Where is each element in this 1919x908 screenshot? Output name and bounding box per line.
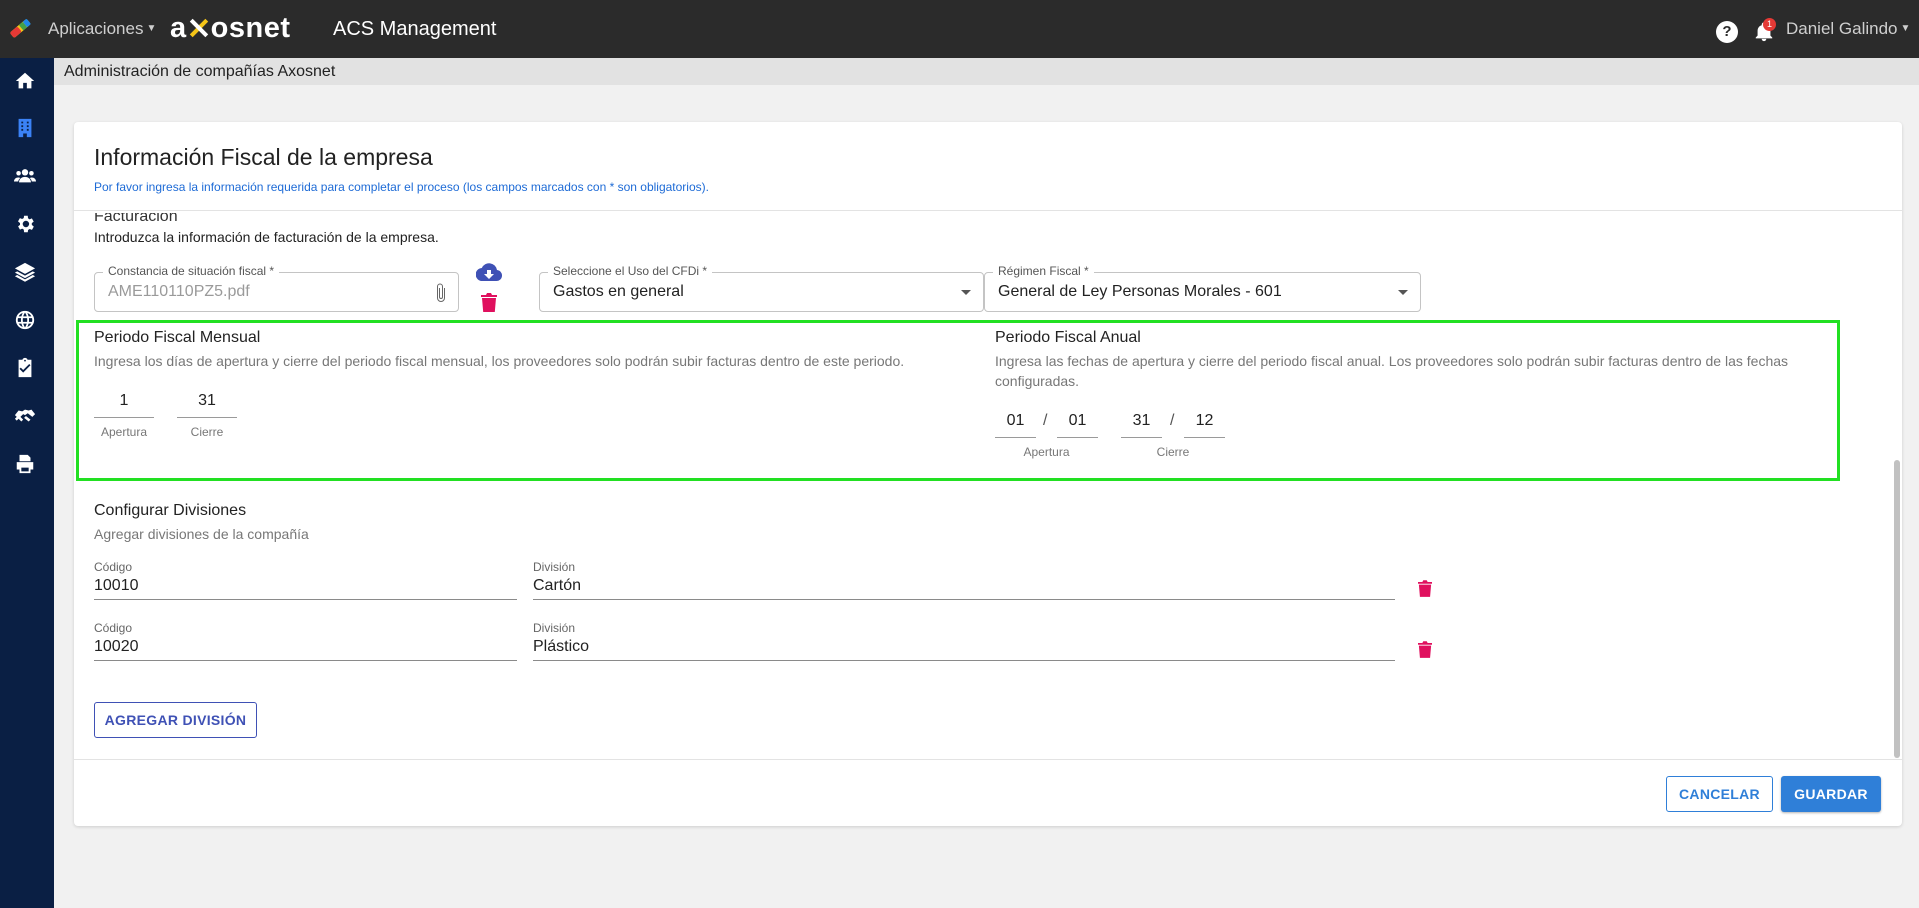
division-input[interactable]: División Cartón [533, 560, 1395, 600]
division-value: Plástico [533, 638, 590, 655]
cfdi-select[interactable]: Seleccione el Uso del CFDi * Gastos en g… [539, 264, 984, 312]
delete-division-icon[interactable] [1418, 641, 1432, 659]
user-menu[interactable]: Daniel Galindo ▼ [1786, 19, 1910, 39]
print-icon[interactable] [12, 451, 38, 477]
brand-text-start: a [170, 12, 187, 44]
facturacion-description: Introduzca la información de facturación… [94, 229, 439, 245]
mensual-cierre-label: Cierre [190, 425, 224, 439]
brand-x-icon [189, 18, 208, 38]
division-label: División [533, 560, 576, 574]
app-logo-icon[interactable] [7, 15, 33, 41]
fiscal-info-card: Información Fiscal de la empresa Por fav… [74, 122, 1902, 826]
periodo-fiscal-highlight [76, 320, 1840, 481]
anual-description: Ingresa las fechas de apertura y cierre … [995, 353, 1789, 389]
header-divider [74, 210, 1902, 211]
regimen-label: Régimen Fiscal * [993, 264, 1094, 278]
dropdown-arrow-icon [1398, 290, 1408, 295]
anual-apertura-label: Apertura [1023, 445, 1070, 459]
anual-cierre-label: Cierre [1156, 445, 1190, 459]
add-division-button[interactable]: AGREGAR DIVISIÓN [94, 702, 257, 738]
dropdown-arrow-icon [961, 290, 971, 295]
clipboard-check-icon[interactable] [12, 355, 38, 381]
constancia-field[interactable]: Constancia de situación fiscal * AME1101… [94, 264, 459, 312]
users-icon[interactable] [12, 163, 38, 189]
anual-cierre-day-input[interactable]: 31 [1121, 406, 1162, 438]
date-separator: / [1043, 412, 1048, 429]
cloud-download-icon[interactable] [476, 262, 502, 282]
codigo-input[interactable]: Código 10010 [94, 560, 517, 600]
mensual-apertura-input[interactable]: 1 [94, 386, 154, 418]
app-title: ACS Management [333, 18, 497, 40]
caret-down-icon: ▼ [146, 23, 157, 34]
division-input[interactable]: División Plástico [533, 621, 1395, 661]
brand-text-end: osnet [210, 12, 291, 44]
cancel-button[interactable]: CANCELAR [1666, 776, 1773, 812]
help-icon[interactable]: ? [1716, 21, 1738, 43]
breadcrumb-text: Administración de compañías Axosnet [64, 63, 336, 80]
divisiones-description: Agregar divisiones de la compañía [94, 526, 309, 542]
date-separator: / [1170, 412, 1175, 429]
anual-apertura-month-input[interactable]: 01 [1057, 406, 1098, 438]
page-title: Información Fiscal de la empresa [94, 144, 433, 170]
codigo-value: 10020 [94, 638, 139, 655]
regimen-value: General de Ley Personas Morales - 601 [998, 283, 1282, 300]
anual-apertura-day-input[interactable]: 01 [995, 406, 1036, 438]
globe-icon[interactable] [12, 307, 38, 333]
codigo-label: Código [94, 621, 133, 635]
mensual-description: Ingresa los días de apertura y cierre de… [94, 353, 905, 369]
apps-menu-label: Aplicaciones [48, 19, 144, 38]
home-icon[interactable] [12, 68, 38, 94]
page-subtitle: Por favor ingresa la información requeri… [94, 180, 709, 194]
gear-icon[interactable] [12, 211, 38, 237]
cfdi-label: Seleccione el Uso del CFDi * [548, 264, 713, 278]
caret-down-icon: ▼ [1900, 23, 1911, 34]
delete-file-icon[interactable] [481, 293, 497, 313]
footer-divider [74, 759, 1902, 760]
codigo-label: Código [94, 560, 133, 574]
codigo-input[interactable]: Código 10020 [94, 621, 517, 661]
handshake-icon[interactable] [12, 403, 38, 429]
breadcrumb: Administración de compañías Axosnet [54, 58, 1919, 85]
regimen-select[interactable]: Régimen Fiscal * General de Ley Personas… [984, 264, 1421, 312]
constancia-value: AME110110PZ5.pdf [108, 283, 250, 300]
anual-cierre-month-input[interactable]: 12 [1184, 406, 1225, 438]
save-button[interactable]: GUARDAR [1781, 776, 1881, 812]
division-label: División [533, 621, 576, 635]
mensual-cierre-input[interactable]: 31 [177, 386, 237, 418]
paperclip-icon[interactable] [434, 282, 448, 304]
cfdi-value: Gastos en general [553, 283, 684, 300]
anual-title: Periodo Fiscal Anual [995, 329, 1141, 346]
top-bar: Aplicaciones ▼ a osnet ACS Management ? 1… [0, 0, 1919, 58]
divisiones-title: Configurar Divisiones [94, 502, 247, 519]
building-icon[interactable] [12, 115, 38, 141]
scrollbar[interactable] [1894, 460, 1900, 758]
mensual-title: Periodo Fiscal Mensual [94, 329, 261, 346]
codigo-value: 10010 [94, 577, 139, 594]
constancia-label: Constancia de situación fiscal * [103, 264, 280, 278]
sidebar [0, 58, 54, 908]
division-value: Cartón [533, 577, 582, 594]
layers-icon[interactable] [12, 259, 38, 285]
delete-division-icon[interactable] [1418, 580, 1432, 598]
user-name: Daniel Galindo [1786, 19, 1898, 38]
apps-menu[interactable]: Aplicaciones ▼ [48, 19, 156, 39]
brand-logo: a osnet [170, 12, 290, 45]
notification-badge: 1 [1763, 18, 1776, 31]
mensual-apertura-label: Apertura [100, 425, 148, 439]
